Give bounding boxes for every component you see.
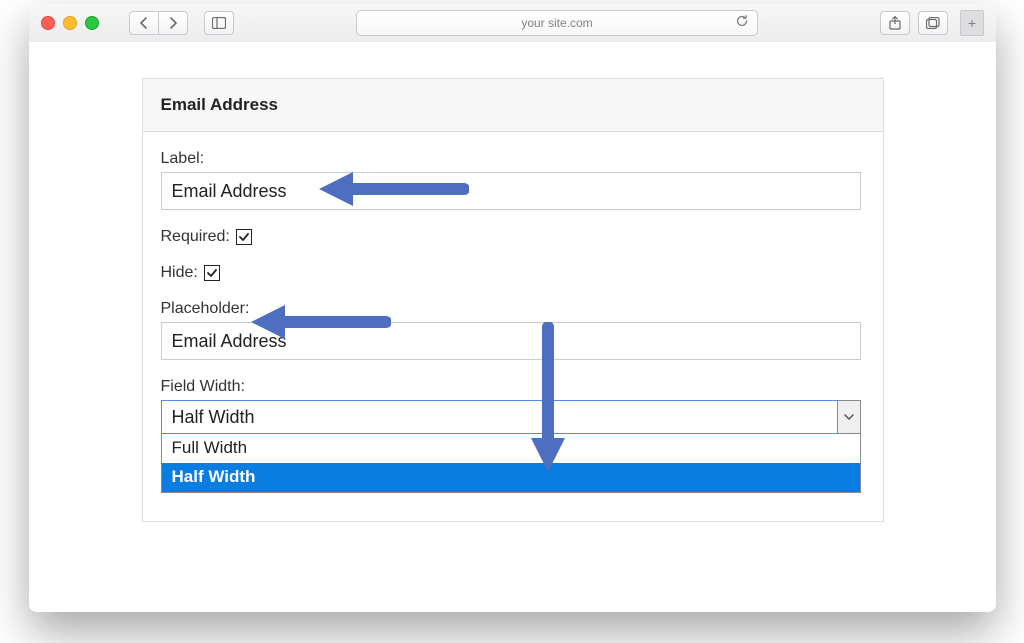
hide-label: Hide: bbox=[161, 264, 198, 282]
address-bar[interactable]: your site.com bbox=[356, 10, 758, 36]
field-width-select[interactable]: Half Width bbox=[161, 400, 861, 434]
window-traffic-lights bbox=[41, 16, 99, 30]
field-width-option-half[interactable]: Half Width bbox=[162, 463, 860, 492]
field-settings-panel: Email Address Label: Required: bbox=[142, 78, 884, 522]
tabs-overview-button[interactable] bbox=[918, 11, 948, 35]
browser-window: your site.com bbox=[29, 4, 996, 612]
panel-title: Email Address bbox=[161, 95, 278, 114]
field-width-selected-value: Half Width bbox=[172, 407, 255, 428]
placeholder-input[interactable] bbox=[161, 322, 861, 360]
sidebar-toggle-button[interactable] bbox=[204, 11, 234, 35]
new-tab-button[interactable]: + bbox=[960, 10, 984, 36]
chevron-right-icon bbox=[168, 17, 178, 29]
required-checkbox[interactable] bbox=[236, 229, 252, 245]
placeholder-label: Placeholder: bbox=[161, 300, 865, 318]
chevron-left-icon bbox=[139, 17, 149, 29]
panel-header: Email Address bbox=[143, 79, 883, 132]
label-label: Label: bbox=[161, 150, 865, 168]
nav-buttons bbox=[129, 11, 188, 35]
reload-button[interactable] bbox=[735, 14, 749, 31]
sidebar-icon bbox=[212, 17, 226, 29]
label-input[interactable] bbox=[161, 172, 861, 210]
check-icon bbox=[238, 231, 250, 243]
page-viewport: Email Address Label: Required: bbox=[29, 42, 996, 612]
share-button[interactable] bbox=[880, 11, 910, 35]
check-icon bbox=[206, 267, 218, 279]
share-icon bbox=[889, 16, 901, 30]
field-width-label: Field Width: bbox=[161, 378, 865, 396]
reload-icon bbox=[735, 14, 749, 28]
browser-toolbar: your site.com bbox=[29, 4, 996, 43]
chevron-down-icon bbox=[844, 413, 854, 421]
close-window-button[interactable] bbox=[41, 16, 55, 30]
tabs-icon bbox=[926, 17, 940, 29]
hide-checkbox[interactable] bbox=[204, 265, 220, 281]
minimize-window-button[interactable] bbox=[63, 16, 77, 30]
forward-button[interactable] bbox=[159, 11, 188, 35]
required-label: Required: bbox=[161, 228, 230, 246]
address-bar-text: your site.com bbox=[521, 16, 592, 30]
fullscreen-window-button[interactable] bbox=[85, 16, 99, 30]
select-caret-button[interactable] bbox=[837, 400, 861, 434]
field-width-option-full[interactable]: Full Width bbox=[162, 434, 860, 463]
field-width-dropdown: Full Width Half Width bbox=[161, 434, 861, 493]
back-button[interactable] bbox=[129, 11, 159, 35]
